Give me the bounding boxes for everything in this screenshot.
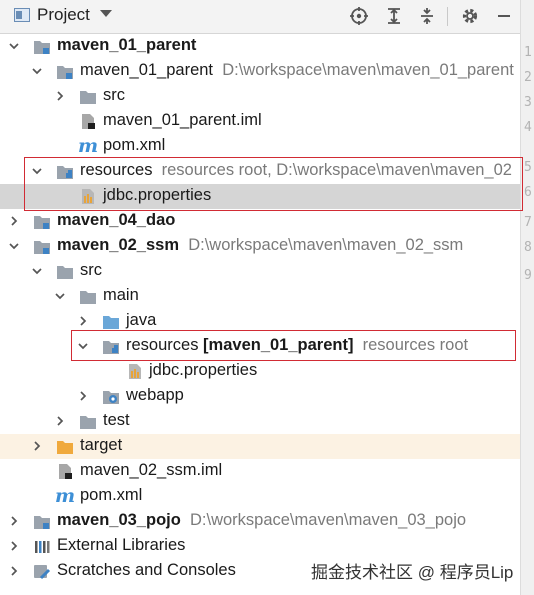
iml-file-icon xyxy=(79,113,97,130)
web-folder-icon xyxy=(102,388,120,405)
source-folder-icon xyxy=(102,313,120,330)
chevron-right-icon[interactable] xyxy=(77,315,89,327)
file-name: maven_01_parent.iml xyxy=(103,111,262,129)
collapse-all-icon[interactable] xyxy=(417,6,437,26)
chevron-down-icon[interactable] xyxy=(8,40,20,52)
chevron-down-icon[interactable] xyxy=(100,10,112,17)
gear-icon[interactable] xyxy=(460,6,480,26)
module-name: maven_01_parent xyxy=(80,61,214,79)
file-name: maven_02_ssm.iml xyxy=(80,461,223,479)
chevron-right-icon[interactable] xyxy=(54,415,66,427)
module-folder-icon xyxy=(33,238,51,255)
tree-row[interactable]: target xyxy=(0,434,520,459)
line-number: 1 xyxy=(524,45,532,60)
tree-row[interactable]: m pom.xml xyxy=(0,134,520,159)
tree-row[interactable]: m pom.xml xyxy=(0,484,520,509)
folder-name: target xyxy=(80,436,123,454)
folder-icon xyxy=(79,413,97,430)
highlight-box xyxy=(24,157,523,211)
line-number: 4 xyxy=(524,120,532,135)
module-folder-icon xyxy=(33,513,51,530)
chevron-right-icon[interactable] xyxy=(77,390,89,402)
line-number: 8 xyxy=(524,240,532,255)
line-number: 5 xyxy=(524,160,532,175)
node-name: Scratches and Consoles xyxy=(57,561,236,579)
line-number: 9 xyxy=(524,268,532,283)
locate-icon[interactable] xyxy=(349,6,369,26)
chevron-right-icon[interactable] xyxy=(54,90,66,102)
module-folder-icon xyxy=(56,63,74,80)
chevron-right-icon[interactable] xyxy=(8,540,20,552)
tree-row[interactable]: External Libraries xyxy=(0,534,520,559)
highlight-box xyxy=(71,330,516,361)
chevron-down-icon[interactable] xyxy=(54,290,66,302)
project-view-title[interactable]: Project xyxy=(37,5,90,25)
watermark: 掘金技术社区 @ 程序员Lip xyxy=(311,563,514,582)
folder-name: java xyxy=(126,311,157,329)
expand-all-icon[interactable] xyxy=(384,6,404,26)
editor-gutter: 1 2 3 4 5 6 7 8 9 xyxy=(520,0,534,595)
tree-row[interactable]: main xyxy=(0,284,520,309)
libraries-icon xyxy=(33,538,51,555)
chevron-down-icon[interactable] xyxy=(8,240,20,252)
line-number: 6 xyxy=(524,185,532,200)
module-name: maven_01_parent xyxy=(57,36,197,54)
chevron-down-icon[interactable] xyxy=(31,65,43,77)
node-name: External Libraries xyxy=(57,536,186,554)
module-folder-icon xyxy=(33,213,51,230)
project-toolbar: Project xyxy=(0,0,520,34)
tree-row[interactable]: maven_01_parent.iml xyxy=(0,109,520,134)
tree-row[interactable]: jdbc.properties xyxy=(0,359,520,384)
chevron-right-icon[interactable] xyxy=(8,515,20,527)
folder-name: src xyxy=(80,261,102,279)
folder-icon xyxy=(56,263,74,280)
module-path: D:\workspace\maven\maven_01_parent xyxy=(222,61,514,79)
tree-row[interactable]: test xyxy=(0,409,520,434)
chevron-right-icon[interactable] xyxy=(8,215,20,227)
module-path: D:\workspace\maven\maven_03_pojo xyxy=(189,511,467,529)
module-name: maven_02_ssm xyxy=(57,236,180,254)
line-number: 3 xyxy=(524,95,532,110)
scratches-icon xyxy=(33,563,51,580)
tree-row[interactable]: src xyxy=(0,259,520,284)
tree-row[interactable]: webapp xyxy=(0,384,520,409)
tree-row[interactable]: maven_04_dao xyxy=(0,209,520,234)
iml-file-icon xyxy=(56,463,74,480)
tree-row[interactable]: maven_01_parent D:\workspace\maven\maven… xyxy=(0,59,520,84)
maven-icon: m xyxy=(55,485,76,507)
module-name: maven_03_pojo xyxy=(57,511,181,529)
project-view-icon xyxy=(14,8,30,22)
properties-file-icon xyxy=(126,363,144,380)
minimize-icon[interactable] xyxy=(494,6,514,26)
chevron-right-icon[interactable] xyxy=(31,440,43,452)
file-name: jdbc.properties xyxy=(149,361,258,379)
toolbar-divider xyxy=(447,7,448,26)
excluded-folder-icon xyxy=(56,438,74,455)
chevron-down-icon[interactable] xyxy=(31,265,43,277)
tree-row[interactable]: maven_03_pojo D:\workspace\maven\maven_0… xyxy=(0,509,520,534)
tree-row[interactable]: maven_02_ssm D:\workspace\maven\maven_02… xyxy=(0,234,520,259)
module-folder-icon xyxy=(33,38,51,55)
file-name: pom.xml xyxy=(80,486,143,504)
module-name: maven_04_dao xyxy=(57,211,176,229)
folder-name: main xyxy=(103,286,139,304)
file-name: pom.xml xyxy=(103,136,166,154)
tree-row[interactable]: src xyxy=(0,84,520,109)
chevron-right-icon[interactable] xyxy=(8,565,20,577)
folder-icon xyxy=(79,288,97,305)
folder-name: test xyxy=(103,411,130,429)
folder-name: src xyxy=(103,86,125,104)
tree-row[interactable]: maven_02_ssm.iml xyxy=(0,459,520,484)
maven-icon: m xyxy=(78,135,99,157)
module-path: D:\workspace\maven\maven_02_ssm xyxy=(188,236,464,254)
folder-icon xyxy=(79,88,97,105)
line-number: 2 xyxy=(524,70,532,85)
folder-name: webapp xyxy=(126,386,184,404)
line-number: 7 xyxy=(524,215,532,230)
tree-row[interactable]: maven_01_parent xyxy=(0,34,520,59)
